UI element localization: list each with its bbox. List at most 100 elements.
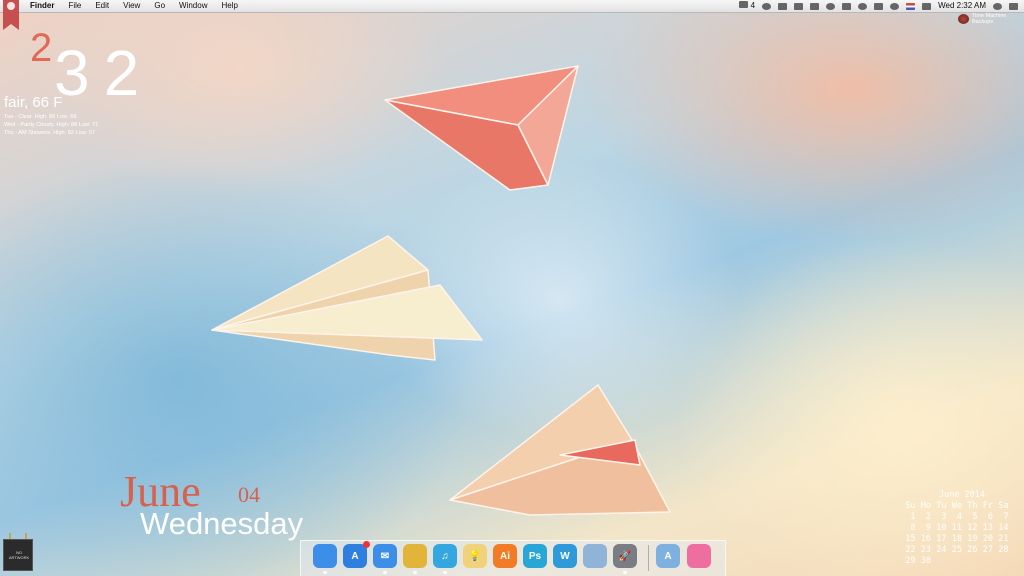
calendar-day: 4 [956,512,962,522]
menu-file[interactable]: File [68,0,81,12]
running-indicator [323,571,327,574]
menu-clock[interactable]: Wed 2:32 AM [938,0,986,12]
dock-word-icon[interactable]: W [553,544,577,568]
menu-edit[interactable]: Edit [95,0,109,12]
spotlight-search-icon[interactable] [993,2,1002,10]
dock-applications-icon[interactable]: A [656,544,680,568]
calendar-week: 15 16 17 18 19 20 21 [900,534,1024,545]
calendar-day: 5 [972,512,978,522]
desktop: Finder File Edit View Go Window Help 4 W… [0,0,1024,576]
calendar-week: 22 23 24 25 26 27 28 [900,545,1024,556]
bluetooth-icon[interactable] [874,2,884,10]
calendar-day: 15 [905,534,916,544]
calendar-widget: June 2014 Su Mo Tu We Th Fr Sa 1234567 8… [900,490,1024,567]
calendar-day: 23 [920,545,931,555]
dock-launchpad-icon[interactable]: 🚀 [613,544,637,568]
calendar-day: 25 [951,545,962,555]
running-indicator [413,571,417,574]
calendar-day: 3 [941,512,947,522]
notification-center-icon[interactable] [1009,2,1018,10]
dock-photoshop-icon[interactable]: Ps [523,544,547,568]
running-indicator [623,571,627,574]
calendar-day [947,556,963,567]
calendar-day: 22 [905,545,916,555]
calendar-day: 9 [925,523,931,533]
menu-go[interactable]: Go [154,0,165,12]
battery-icon[interactable] [842,2,852,10]
calendar-day: 27 [982,545,993,555]
forecast-line: Wed - Partly Cloudy. High: 88 Low: 71 [4,122,99,128]
weekday-label: Sa [998,501,1009,511]
calendar-day [931,556,947,567]
menu-app-finder[interactable]: Finder [30,0,54,12]
weekday-label: Fr [982,501,993,511]
forecast-line: Thu - AM Showers. High: 82 Low: 57 [4,130,96,136]
calendar-day: 24 [936,545,947,555]
calendar-day [978,556,994,567]
volume-icon[interactable] [922,2,932,10]
calendar-day: 26 [967,545,978,555]
calendar-day: 12 [967,523,978,533]
calendar-day: 28 [998,545,1009,555]
calendar-day: 7 [1003,512,1009,522]
dropbox-icon[interactable] [762,2,772,10]
dock-separator [648,545,649,571]
dock-itunes-icon[interactable]: ♫ [433,544,457,568]
dock-app-store-icon[interactable]: A [343,541,370,568]
calendar-day: 6 [987,512,993,522]
calendar-weekday-row: Su Mo Tu We Th Fr Sa [900,501,1024,512]
calendar-title: June 2014 [938,490,986,500]
menu-bar: Finder File Edit View Go Window Help 4 W… [0,0,1024,13]
calendar-day: 16 [920,534,931,544]
disk-label: Time Machine Backups [972,13,1007,25]
calendar-day: 11 [951,523,962,533]
weather-forecast: Tue - Clear. High: 86 Low: 66 Wed - Part… [4,113,98,137]
calendar-day: 18 [951,534,962,544]
dock-chrome-icon[interactable] [403,544,427,568]
running-indicator [443,571,447,574]
notification-icon[interactable] [826,2,836,10]
weekday-label: Th [967,501,978,511]
menu-help[interactable]: Help [221,0,237,12]
calendar-day: 8 [910,523,916,533]
weekday-label: Mo [920,501,931,511]
album-artwork: NO ARTWORK [3,539,33,571]
time-machine-backups-disk[interactable]: Time Machine Backups [958,13,1008,25]
adobe-status-icon[interactable]: 4 [739,0,755,12]
dock-tips-icon[interactable]: 💡 [463,544,487,568]
menu-view[interactable]: View [123,0,140,12]
calendar-week: 1234567 [900,512,1024,523]
menu-window[interactable]: Window [179,0,207,12]
weekday-label: Tu [936,501,947,511]
date-day: 04 [238,482,260,507]
notification-badge [363,541,370,548]
calendar-week: 8 9 10 11 12 13 14 [900,523,1024,534]
weather-widget: fair, 66 F Tue - Clear. High: 86 Low: 66… [4,94,98,137]
menu-extra-icon-3[interactable] [810,2,820,10]
weekday-label: Su [905,501,916,511]
calendar-day: 21 [998,534,1009,544]
input-source-flag-icon[interactable] [906,2,916,10]
menu-bar-menus: Finder File Edit View Go Window Help [30,0,238,12]
wifi-icon[interactable] [890,2,900,10]
weather-current: fair, 66 F [4,94,63,111]
weekday-label: We [951,501,962,511]
dock-mail-icon[interactable]: ✉ [373,544,397,568]
dock: A ✉ ♫ 💡 Ai Ps W 🚀 A [300,540,726,576]
calendar-day: 13 [982,523,993,533]
date-weekday: Wednesday [140,506,304,541]
calendar-day: 29 [905,556,916,566]
calendar-day: 14 [998,523,1009,533]
dock-downloads-icon[interactable] [687,544,711,568]
running-indicator [383,571,387,574]
now-playing-widget[interactable]: NO ARTWORK [3,533,33,571]
dock-preview-icon[interactable] [583,544,607,568]
dock-illustrator-icon[interactable]: Ai [493,544,517,568]
calendar-day: 2 [925,512,931,522]
calendar-day: 1 [910,512,916,522]
menu-extra-icon-2[interactable] [794,2,804,10]
calendar-day: 19 [967,534,978,544]
menu-extra-icon-1[interactable] [778,2,788,10]
time-machine-menu-icon[interactable] [858,2,868,10]
dock-finder-icon[interactable] [313,544,337,568]
